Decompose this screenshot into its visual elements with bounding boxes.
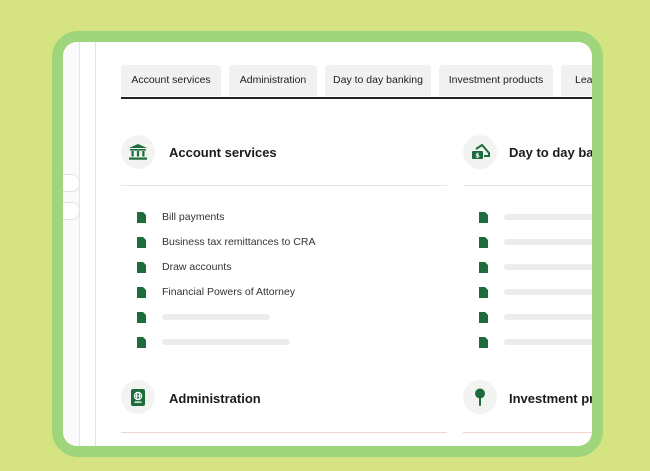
bill-payments-link[interactable]: Bill payments <box>162 211 224 223</box>
document-icon <box>137 211 146 223</box>
svg-text:$: $ <box>475 152 480 160</box>
account-services-heading: Account services <box>169 145 277 160</box>
rail-notch <box>63 202 80 220</box>
pin-icon <box>463 380 497 414</box>
investment-products-heading: Investment pro <box>509 391 592 406</box>
document-icon <box>137 336 146 348</box>
document-icon <box>137 236 146 248</box>
list-item <box>479 235 592 249</box>
app-screen: Account services Administration Day to d… <box>63 42 592 446</box>
document-icon <box>479 211 488 223</box>
skeleton-placeholder <box>504 214 592 220</box>
document-icon <box>479 236 488 248</box>
draw-accounts-link[interactable]: Draw accounts <box>162 261 231 273</box>
list-item <box>479 210 592 224</box>
document-icon <box>479 336 488 348</box>
tab-investment-products[interactable]: Investment products <box>439 65 553 96</box>
skeleton-placeholder <box>162 314 270 320</box>
document-icon <box>137 311 146 323</box>
list-item <box>479 335 592 349</box>
passport-icon <box>121 380 155 414</box>
powers-of-attorney-link[interactable]: Financial Powers of Attorney <box>162 286 295 298</box>
list-item <box>137 335 290 349</box>
section-divider <box>121 432 447 433</box>
tab-account-services[interactable]: Account services <box>121 65 221 96</box>
list-item[interactable]: Bill payments <box>137 210 224 224</box>
skeleton-placeholder <box>504 314 592 320</box>
tab-day-to-day-banking[interactable]: Day to day banking <box>325 65 431 96</box>
list-item[interactable]: Draw accounts <box>137 260 231 274</box>
list-item <box>479 285 592 299</box>
cash-hand-icon: $ <box>463 135 497 169</box>
list-item <box>479 310 592 324</box>
rail-divider <box>95 42 96 446</box>
document-icon <box>137 261 146 273</box>
skeleton-placeholder <box>504 264 592 270</box>
side-rail <box>63 42 80 446</box>
list-item[interactable]: Financial Powers of Attorney <box>137 285 295 299</box>
rail-notch <box>63 174 80 192</box>
category-tabs: Account services Administration Day to d… <box>121 65 592 99</box>
skeleton-placeholder <box>504 239 592 245</box>
document-icon <box>479 286 488 298</box>
document-icon <box>479 261 488 273</box>
bank-icon <box>121 135 155 169</box>
skeleton-placeholder <box>504 339 592 345</box>
skeleton-placeholder <box>504 289 592 295</box>
device-frame: Account services Administration Day to d… <box>52 31 603 457</box>
skeleton-placeholder <box>162 339 290 345</box>
document-icon <box>479 311 488 323</box>
tab-administration[interactable]: Administration <box>229 65 317 96</box>
section-divider <box>463 432 592 433</box>
administration-heading: Administration <box>169 391 261 406</box>
section-divider <box>121 185 447 186</box>
list-item <box>479 260 592 274</box>
tab-lea[interactable]: Lea <box>561 65 592 96</box>
list-item <box>137 310 270 324</box>
day-to-day-banking-heading: Day to day banl <box>509 145 592 160</box>
list-item[interactable]: Business tax remittances to CRA <box>137 235 315 249</box>
section-divider <box>463 185 592 186</box>
tax-remittances-link[interactable]: Business tax remittances to CRA <box>162 236 315 248</box>
document-icon <box>137 286 146 298</box>
